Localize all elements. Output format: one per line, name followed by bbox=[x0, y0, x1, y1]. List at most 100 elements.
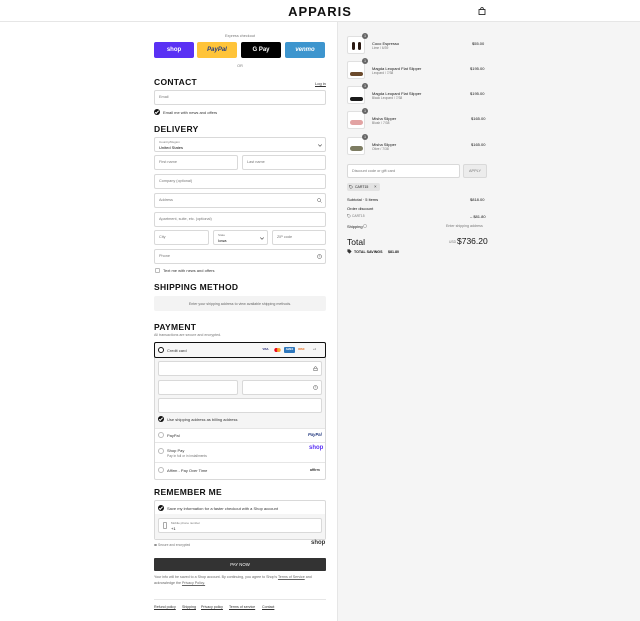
shipping-message-box: Enter your shipping address to view avai… bbox=[154, 296, 326, 311]
svg-text:?: ? bbox=[319, 255, 321, 259]
search-icon bbox=[317, 198, 322, 203]
visa-icon: VISA bbox=[262, 348, 269, 351]
footer-link-shipping[interactable]: Shipping bbox=[182, 605, 196, 609]
login-link[interactable]: Log in bbox=[315, 81, 326, 86]
divider bbox=[155, 462, 325, 463]
shop-logo: shop bbox=[311, 540, 326, 546]
zip-field[interactable]: ZIP code bbox=[272, 230, 326, 245]
google-pay-button[interactable]: G Pay bbox=[241, 42, 281, 58]
text-offers-checkbox[interactable] bbox=[155, 268, 160, 273]
phone-field[interactable]: Phone ? bbox=[154, 249, 326, 264]
country-select[interactable]: Country/Region United States bbox=[154, 137, 326, 152]
product-variant: Lime / 6/39 bbox=[372, 46, 389, 50]
security-code-field[interactable]: ? bbox=[242, 380, 322, 395]
affirm-radio[interactable] bbox=[158, 467, 164, 473]
help-icon[interactable] bbox=[363, 224, 367, 228]
city-field[interactable]: City bbox=[154, 230, 209, 245]
discount-value: – $81.80 bbox=[470, 214, 486, 219]
or-divider: OR bbox=[237, 64, 243, 68]
chevron-down-icon bbox=[318, 144, 322, 147]
remove-code-icon[interactable]: × bbox=[374, 184, 377, 189]
news-checkbox[interactable] bbox=[154, 109, 160, 115]
shopping-bag-icon[interactable] bbox=[478, 7, 486, 15]
paypal-radio[interactable] bbox=[158, 432, 164, 438]
legal-text: Your info will be saved to a Shop accoun… bbox=[154, 575, 312, 585]
secure-label: Secure and encrypted bbox=[158, 543, 191, 547]
shipping-value: Enter shipping address bbox=[446, 224, 483, 228]
delivery-heading: DELIVERY bbox=[154, 124, 199, 134]
terms-link[interactable]: Terms of Service bbox=[278, 575, 305, 579]
state-select[interactable]: State Iowa bbox=[213, 230, 268, 245]
company-field[interactable]: Company (optional) bbox=[154, 174, 326, 189]
chevron-down-icon bbox=[260, 237, 264, 240]
product-price: $165.00 bbox=[471, 142, 486, 147]
discover-icon: DISC bbox=[298, 348, 305, 351]
footer-link-contact[interactable]: Contact bbox=[262, 605, 274, 609]
privacy-link[interactable]: Privacy Policy. bbox=[182, 581, 205, 585]
product-price: $195.00 bbox=[470, 91, 485, 96]
footer-link-terms[interactable]: Terms of service bbox=[229, 605, 255, 609]
first-name-field[interactable]: First name bbox=[154, 155, 238, 170]
discount-code-label: CART15 bbox=[352, 214, 365, 218]
help-icon[interactable]: ? bbox=[317, 254, 322, 259]
help-icon[interactable]: ? bbox=[313, 385, 318, 390]
paypal-logo: PayPal bbox=[308, 432, 322, 437]
expiration-field[interactable] bbox=[158, 380, 238, 395]
credit-card-radio[interactable] bbox=[158, 347, 164, 353]
billing-checkbox[interactable] bbox=[158, 416, 164, 422]
shop-pay-subtitle: Pay in full or in installments bbox=[167, 454, 207, 458]
apartment-field[interactable]: Apartment, suite, etc. (optional) bbox=[154, 212, 326, 227]
store-logo[interactable]: APPARIS bbox=[0, 4, 640, 19]
save-info-checkbox[interactable] bbox=[158, 505, 164, 511]
email-field[interactable]: Email bbox=[154, 90, 326, 105]
shipping-message: Enter your shipping address to view avai… bbox=[188, 301, 292, 306]
text-offers-label: Text me with news and offers bbox=[163, 268, 215, 273]
total-savings-value: $81.80 bbox=[388, 250, 399, 254]
product-price: $165.00 bbox=[471, 116, 486, 121]
discount-input[interactable]: Discount code or gift card bbox=[347, 164, 460, 178]
payment-heading: PAYMENT bbox=[154, 322, 197, 332]
apply-button[interactable]: APPLY bbox=[463, 164, 487, 178]
lock-icon bbox=[313, 366, 318, 371]
pay-now-button[interactable]: PAY NOW bbox=[154, 558, 326, 571]
quantity-badge: 1 bbox=[362, 58, 368, 64]
total-value: $736.20 bbox=[457, 236, 488, 246]
shop-pay-button[interactable]: shop bbox=[154, 42, 194, 58]
total-savings-label: TOTAL SAVINGS bbox=[354, 250, 383, 254]
venmo-button[interactable]: venmo bbox=[285, 42, 325, 58]
address-field[interactable]: Address bbox=[154, 193, 326, 208]
express-checkout-label: Express checkout bbox=[225, 34, 255, 38]
shop-pay-logo: shop bbox=[309, 445, 324, 451]
news-label: Email me with news and offers bbox=[163, 110, 218, 115]
affirm-label: Affirm - Pay Over Time bbox=[167, 468, 208, 473]
more-cards-badge: +4 bbox=[313, 348, 316, 351]
tag-icon bbox=[347, 214, 351, 218]
product-variant: Leopard / 7/38 bbox=[372, 71, 394, 75]
divider bbox=[155, 442, 325, 443]
footer-link-privacy[interactable]: Privacy policy bbox=[201, 605, 223, 609]
product-variant: Olive / 7/38 bbox=[372, 147, 389, 151]
name-on-card-field[interactable] bbox=[158, 398, 322, 413]
order-summary-panel bbox=[337, 22, 640, 621]
top-header: APPARIS bbox=[0, 0, 640, 22]
product-thumbnail bbox=[347, 137, 365, 155]
last-name-field[interactable]: Last name bbox=[242, 155, 326, 170]
quantity-badge: 1 bbox=[362, 134, 368, 140]
credit-card-label: Credit card bbox=[167, 348, 187, 353]
product-price: $195.00 bbox=[470, 66, 485, 71]
card-number-field[interactable] bbox=[158, 361, 322, 376]
quantity-badge: 1 bbox=[362, 33, 368, 39]
footer-link-refund[interactable]: Refund policy bbox=[154, 605, 176, 609]
mobile-phone-field[interactable]: Mobile phone number +1 bbox=[158, 518, 322, 533]
shop-pay-radio[interactable] bbox=[158, 448, 164, 454]
subtotal-value: $818.00 bbox=[470, 197, 485, 202]
quantity-badge: 1 bbox=[362, 83, 368, 89]
divider bbox=[154, 599, 326, 600]
order-discount-label: Order discount bbox=[347, 206, 374, 211]
paypal-button[interactable]: PayPal bbox=[197, 42, 237, 58]
product-thumbnail bbox=[347, 61, 365, 79]
svg-text:?: ? bbox=[315, 386, 317, 390]
product-variant: Blush / 7/38 bbox=[372, 121, 390, 125]
payment-subtitle: All transactions are secure and encrypte… bbox=[154, 333, 222, 337]
save-info-label: Save my information for a faster checkou… bbox=[167, 506, 278, 511]
